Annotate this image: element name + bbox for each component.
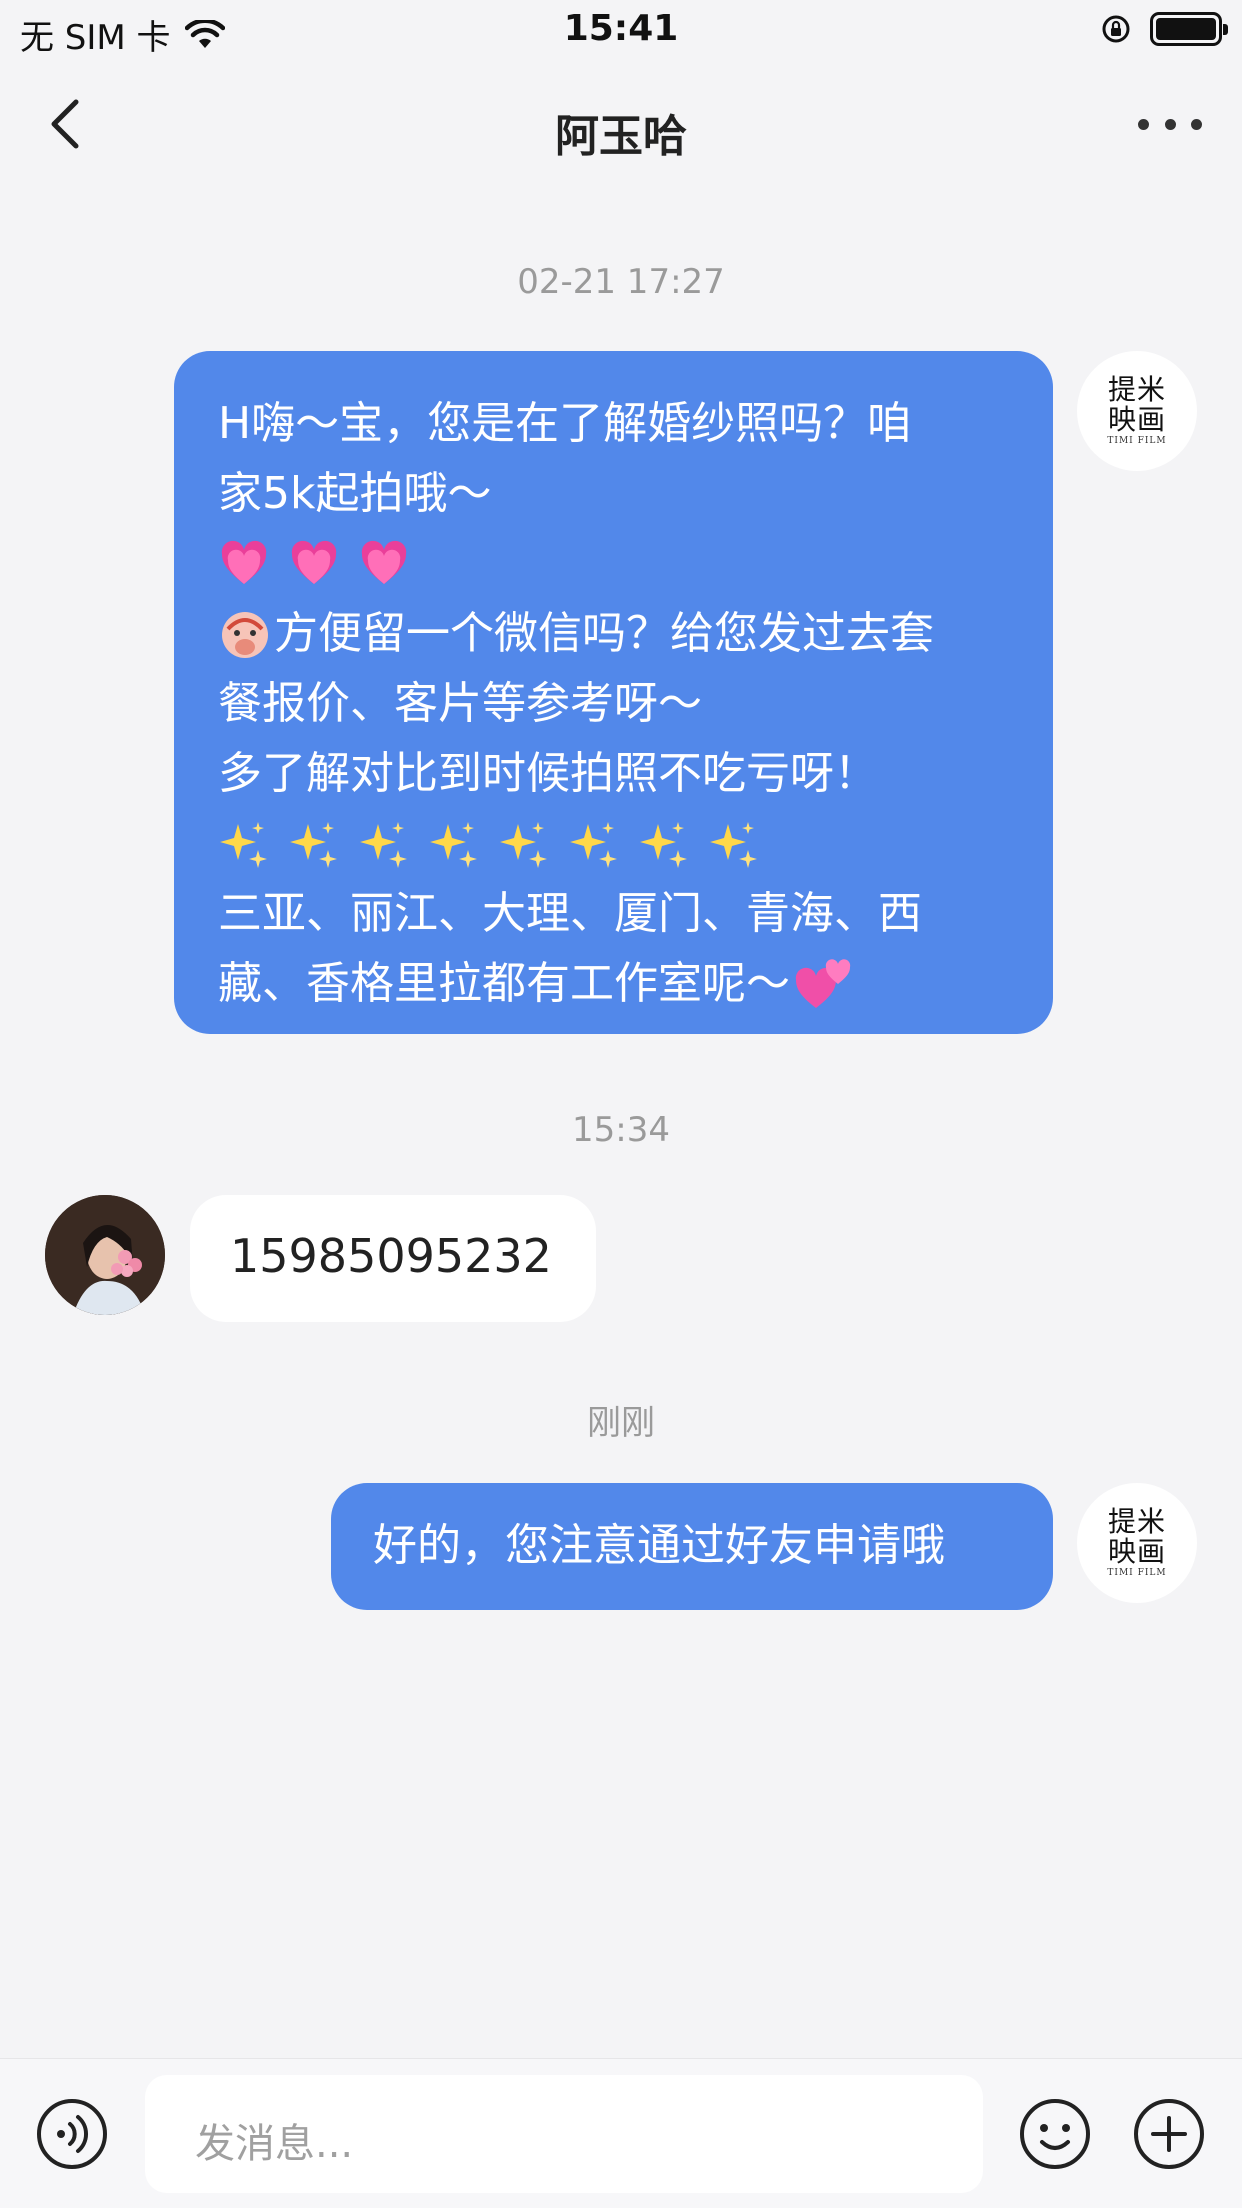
brand-avatar[interactable]: 提米 映画 TIMI FILM <box>1077 1483 1197 1603</box>
timestamp: 刚刚 <box>587 1403 655 1443</box>
message-input-placeholder: 发消息... <box>195 2121 354 2167</box>
timestamp: 15:34 <box>572 1110 670 1150</box>
message-text: 三亚、丽江、大理、厦门、青海、西 <box>218 888 922 939</box>
sparkles-emoji-icon <box>220 822 267 868</box>
message-bubble-outgoing[interactable]: H嗨～宝，您是在了解婚纱照吗？咱 家5k起拍哦～ 方便留一个微信吗？给您发过去套… <box>174 351 1053 1034</box>
user-avatar[interactable] <box>45 1195 165 1315</box>
message-text: H嗨～宝，您是在了解婚纱照吗？咱 <box>218 398 912 449</box>
sparkles-emoji-icon <box>500 822 547 868</box>
message-text: 家5k起拍哦～ <box>218 468 492 519</box>
heart-emoji-row <box>218 529 1017 599</box>
sparkles-emoji-icon <box>290 822 337 868</box>
message-text: 餐报价、客片等参考呀～ <box>218 678 702 729</box>
sparkles-emoji-icon <box>640 822 687 868</box>
sparkles-emoji-icon <box>710 822 757 868</box>
heart-emoji-icon <box>361 540 407 584</box>
message-bubble-outgoing[interactable]: 好的，您注意通过好友申请哦 <box>331 1483 1053 1610</box>
status-time: 15:41 <box>563 8 679 49</box>
message-text: 好的，您注意通过好友申请哦 <box>373 1520 945 1571</box>
brand-logo-line1: 提米 <box>1107 373 1166 406</box>
voice-icon[interactable] <box>34 2096 110 2172</box>
rotation-lock-icon <box>1102 15 1130 43</box>
message-text: 15985095232 <box>230 1229 552 1283</box>
brand-logo-line2: 映画 <box>1107 1535 1166 1568</box>
emoji-icon[interactable] <box>1017 2096 1093 2172</box>
brand-logo-line1: 提米 <box>1107 1505 1166 1538</box>
sparkle-emoji-row <box>218 809 1017 879</box>
heart-emoji-icon <box>221 540 267 584</box>
brand-logo-sub: TIMI FILM <box>1107 436 1167 446</box>
status-bar: 无 SIM 卡 15:41 <box>0 0 1242 62</box>
more-button[interactable] <box>1138 96 1202 152</box>
message-bubble-incoming[interactable]: 15985095232 <box>190 1195 596 1322</box>
status-right <box>1100 12 1228 46</box>
more-dots-icon <box>1138 118 1149 130</box>
message-text: 多了解对比到时候拍照不吃亏呀！ <box>218 748 878 799</box>
two-hearts-emoji-icon <box>795 959 851 1008</box>
plus-icon[interactable] <box>1131 2096 1207 2172</box>
heart-emoji-icon <box>291 540 337 584</box>
timestamp: 02-21 17:27 <box>517 262 725 302</box>
chat-title: 阿玉哈 <box>555 111 687 162</box>
message-input[interactable]: 发消息... <box>145 2075 983 2193</box>
sparkles-emoji-icon <box>430 822 477 868</box>
sparkles-emoji-icon <box>570 822 617 868</box>
sparkles-emoji-icon <box>360 822 407 868</box>
message-text: 方便留一个微信吗？给您发过去套 <box>274 608 934 659</box>
brand-logo-line2: 映画 <box>1107 403 1166 436</box>
nav-bar: 阿玉哈 <box>0 70 1242 180</box>
message-composer: 发消息... <box>0 2058 1242 2208</box>
brand-avatar[interactable]: 提米 映画 TIMI FILM <box>1077 351 1197 471</box>
brand-logo-sub: TIMI FILM <box>1107 1568 1167 1578</box>
user-photo <box>45 1195 165 1315</box>
battery-icon <box>1150 12 1228 46</box>
praying-face-emoji-icon <box>222 612 268 658</box>
message-text: 藏、香格里拉都有工作室呢～ <box>218 958 790 1009</box>
chat-screen: 无 SIM 卡 15:41 阿玉哈 02-21 17:27 H嗨～宝，您是在了解… <box>0 0 1242 2208</box>
